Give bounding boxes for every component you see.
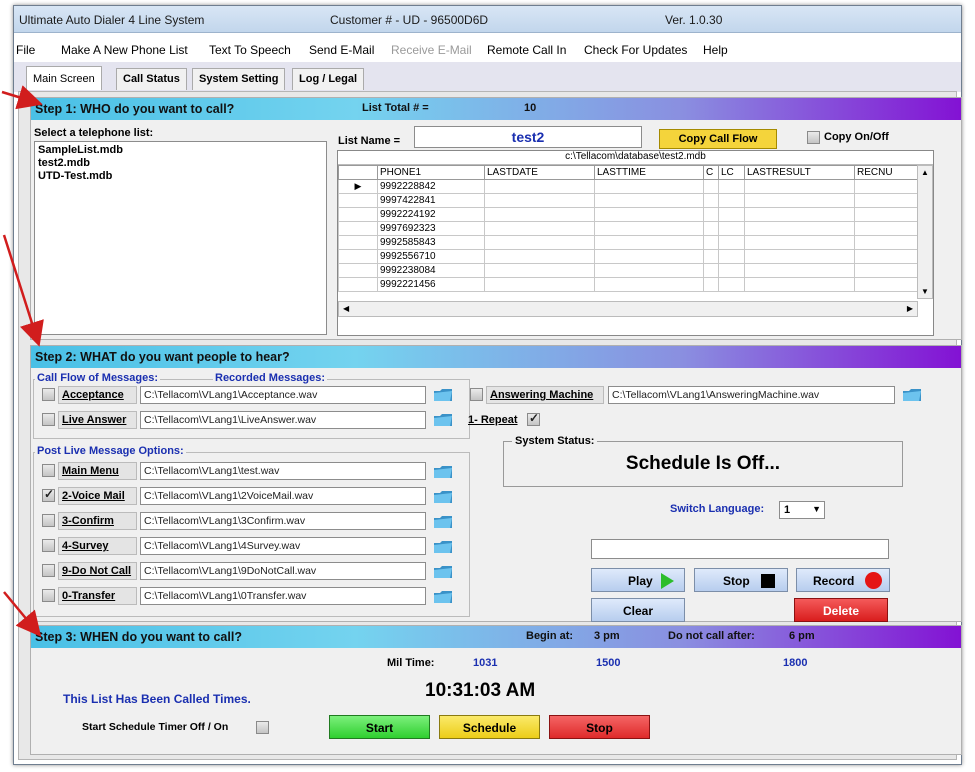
annotation-arrows bbox=[1, 85, 44, 637]
